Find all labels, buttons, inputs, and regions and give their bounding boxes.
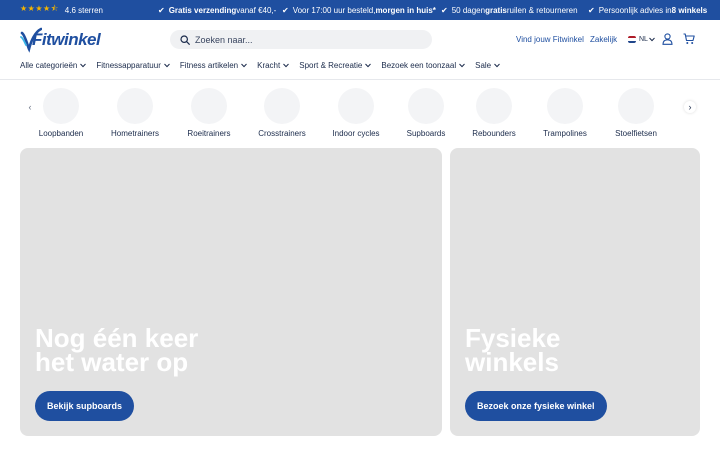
rating-stars-icon: ★★★★⯪ (20, 4, 59, 13)
category-label: Stoelfietsen (615, 129, 657, 138)
chevron-down-icon (283, 63, 290, 67)
carousel-next-button[interactable]: › (684, 101, 696, 113)
banner-supboards[interactable]: Nog één keer het water op Bekijk supboar… (20, 148, 442, 436)
usp-advice-bold: 8 winkels (671, 5, 708, 15)
usp-returns-bold: gratis (485, 5, 507, 15)
logo-text: Fitwinkel (32, 30, 101, 49)
category-item-stoelfietsen[interactable]: Stoelfietsen (601, 88, 671, 138)
visit-store-button[interactable]: Bezoek onze fysieke winkel (465, 391, 607, 421)
language-selector[interactable]: NL (639, 36, 648, 43)
search-input[interactable] (195, 34, 395, 45)
check-icon: ✔ (441, 5, 448, 15)
usp-shipping-bold: Gratis verzending (168, 5, 237, 15)
nav-item-label: Alle categorieën (20, 60, 78, 70)
search-bar[interactable] (170, 30, 432, 49)
category-image (117, 88, 153, 124)
category-image (618, 88, 654, 124)
category-item-crosstrainers[interactable]: Crosstrainers (247, 88, 317, 138)
usp-shipping: ✔ Gratis verzending vanaf €40,- (158, 0, 276, 20)
category-label: Supboards (406, 129, 446, 138)
cart-icon[interactable] (683, 33, 695, 45)
rating-text: 4.6 sterren (64, 5, 104, 15)
find-store-link[interactable]: Vind jouw Fitwinkel (516, 35, 584, 44)
view-supboards-button[interactable]: Bekijk supboards (35, 391, 135, 421)
banner-title: Fysieke winkels (465, 323, 561, 377)
chevron-down-icon[interactable] (649, 37, 655, 42)
usp-returns-text: 50 dagen (451, 5, 486, 15)
category-item-supboards[interactable]: Supboards (391, 88, 461, 138)
usp-shipping-text: vanaf €40,- (236, 5, 277, 15)
category-image (338, 88, 374, 124)
category-label: Rebounders (472, 129, 516, 138)
category-label: Trampolines (543, 129, 587, 138)
category-image (191, 88, 227, 124)
nav-item-label: Fitnessapparatuur (96, 60, 161, 70)
nav-item-fitness-articles[interactable]: Fitness artikelen (180, 61, 247, 70)
category-item-loopbanden[interactable]: Loopbanden (26, 88, 96, 138)
main-nav: Alle categorieën Fitnessapparatuur Fitne… (20, 59, 510, 71)
usp-advice-text: Persoonlijk advies in (598, 5, 672, 15)
nav-item-label: Fitness artikelen (179, 60, 239, 70)
category-image (408, 88, 444, 124)
category-label: Loopbanden (38, 129, 84, 138)
banner-physical-stores[interactable]: Fysieke winkels Bezoek onze fysieke wink… (450, 148, 700, 436)
user-icon[interactable] (662, 33, 673, 45)
chevron-down-icon (459, 63, 465, 67)
category-label: Indoor cycles (332, 129, 380, 138)
nav-item-showroom[interactable]: Bezoek een toonzaal (381, 61, 465, 70)
usp-advice: ✔ Persoonlijk advies in 8 winkels (588, 0, 707, 20)
chevron-down-icon (365, 63, 372, 67)
promo-bar: ★★★★⯪ 4.6 sterren ✔ Gratis verzending va… (0, 0, 720, 20)
check-icon: ✔ (158, 5, 165, 15)
category-image (476, 88, 512, 124)
nav-item-label: Kracht (257, 60, 281, 70)
nav-item-sport-recreation[interactable]: Sport & Recreatie (299, 60, 372, 70)
usp-delivery-bold: morgen in huis* (375, 5, 436, 15)
nav-item-all-categories[interactable]: Alle categorieën (20, 60, 87, 70)
category-label: Hometrainers (110, 129, 159, 138)
nav-item-fitness-equipment[interactable]: Fitnessapparatuur (96, 60, 170, 70)
header-divider (0, 79, 720, 80)
nav-item-label: Sport & Recreatie (299, 60, 363, 70)
usp-returns: ✔ 50 dagen gratis ruilen & retourneren (441, 0, 578, 20)
chevron-down-icon (494, 63, 500, 67)
category-image (264, 88, 300, 124)
chevron-down-icon (80, 63, 87, 67)
usp-delivery: ✔ Voor 17:00 uur besteld, morgen in huis… (282, 0, 436, 20)
nav-item-sale[interactable]: Sale (475, 61, 500, 70)
banner-title: Nog één keer het water op (35, 323, 199, 377)
category-image (547, 88, 583, 124)
category-item-indoor-cycles[interactable]: Indoor cycles (321, 88, 391, 138)
category-item-hometrainers[interactable]: Hometrainers (100, 88, 170, 138)
category-image (43, 88, 79, 124)
business-link[interactable]: Zakelijk (590, 35, 617, 44)
chevron-down-icon (163, 63, 170, 67)
rating[interactable]: ★★★★⯪ 4.6 sterren (20, 0, 103, 20)
chevron-down-icon (241, 63, 247, 67)
nav-item-label: Bezoek een toonzaal (381, 60, 457, 70)
category-item-roeitrainers[interactable]: Roeitrainers (174, 88, 244, 138)
category-item-trampolines[interactable]: Trampolines (530, 88, 600, 138)
check-icon: ✔ (588, 5, 595, 15)
category-label: Roeitrainers (187, 129, 231, 138)
logo[interactable]: Fitwinkel (20, 27, 101, 53)
chevron-right-icon: › (688, 102, 692, 112)
nav-item-strength[interactable]: Kracht (257, 60, 290, 70)
usp-delivery-text: Voor 17:00 uur besteld, (292, 5, 376, 15)
nav-item-label: Sale (475, 60, 492, 70)
category-label: Crosstrainers (258, 129, 306, 138)
check-icon: ✔ (282, 5, 289, 15)
netherlands-flag-icon[interactable] (628, 36, 636, 43)
usp-returns-text2: ruilen & retourneren (506, 5, 578, 15)
category-item-rebounders[interactable]: Rebounders (459, 88, 529, 138)
search-icon (180, 34, 190, 45)
